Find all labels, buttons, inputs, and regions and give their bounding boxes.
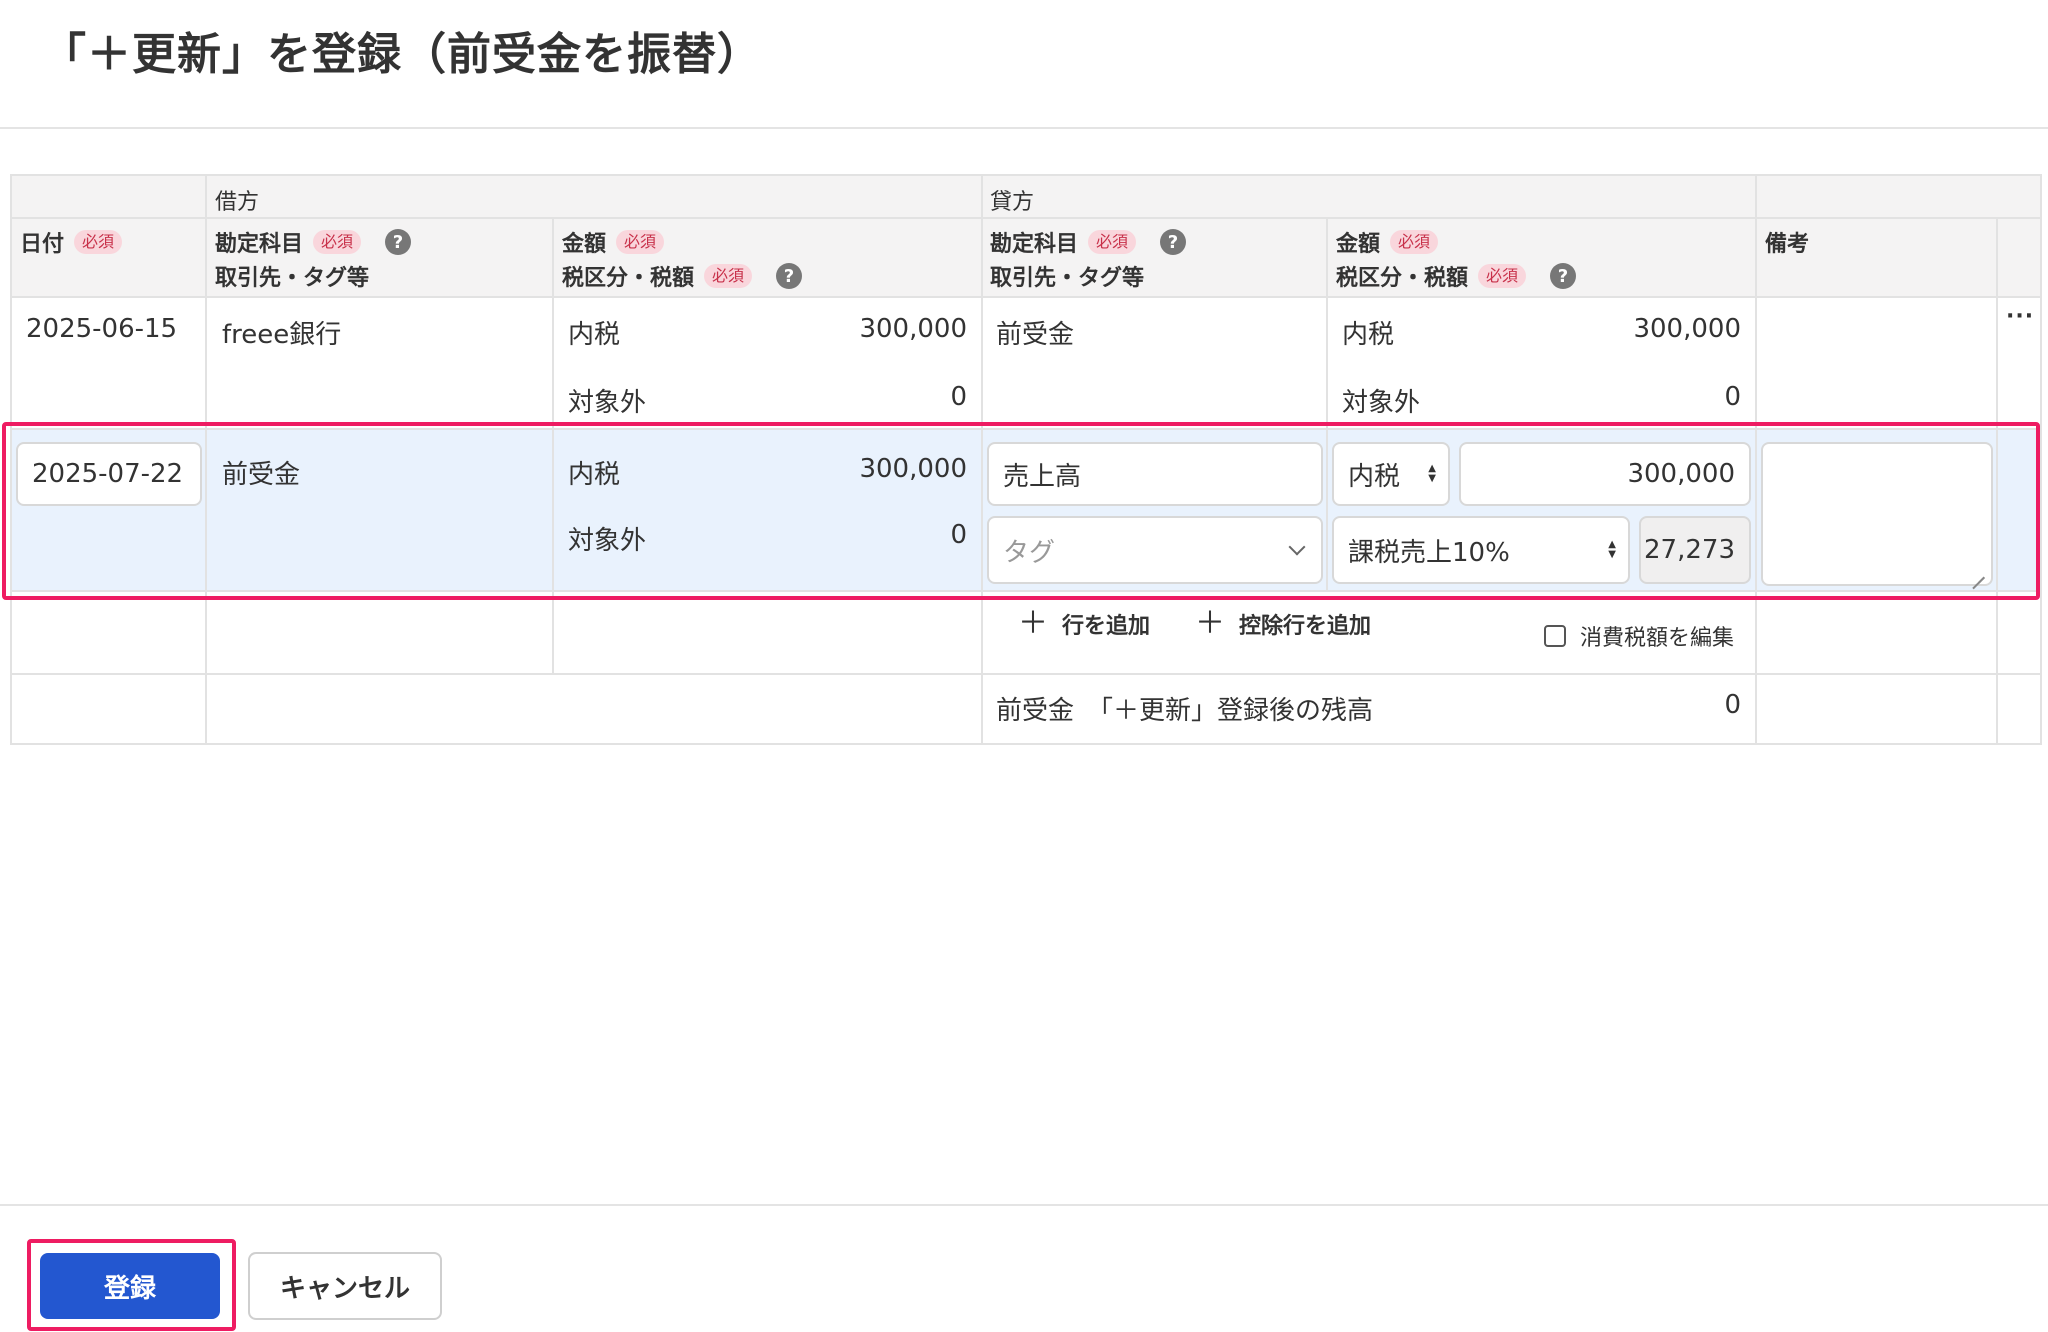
cancel-button[interactable]: キャンセル xyxy=(248,1252,442,1320)
row1-credit-amount: 300,000 xyxy=(1633,314,1741,344)
plus-icon: ＋ xyxy=(1195,606,1225,641)
col-header-label: 取引先・タグ等 xyxy=(990,266,1145,291)
help-icon[interactable]: ? xyxy=(776,263,803,289)
col-header-label: 備考 xyxy=(1765,232,1810,257)
col-header-memo: 備考 xyxy=(1765,226,1809,258)
divider xyxy=(12,217,2040,219)
more-options-icon[interactable]: ··· xyxy=(2006,304,2034,329)
col-header-debit-account: 勘定科目 必須 ? xyxy=(215,226,412,258)
col-header-credit-partner: 取引先・タグ等 xyxy=(990,260,1144,292)
divider xyxy=(12,296,2040,298)
plus-icon: ＋ xyxy=(1018,606,1048,641)
add-row-button[interactable]: ＋ 行を追加 xyxy=(1018,608,1150,640)
footer-divider xyxy=(0,1204,2048,1206)
help-icon[interactable]: ? xyxy=(1160,229,1187,255)
col-header-credit-tax: 税区分・税額 必須 ? xyxy=(1336,260,1577,292)
add-row-label: 行を追加 xyxy=(1062,614,1151,639)
row1-credit-tax-amount: 0 xyxy=(1724,382,1741,412)
edit-row-highlight xyxy=(2,422,2040,600)
row1-credit-tax-sub: 対象外 xyxy=(1342,388,1421,418)
col-header-label: 税区分・税額 xyxy=(562,266,695,291)
row1-debit-amount: 300,000 xyxy=(859,314,967,344)
required-badge: 必須 xyxy=(1478,264,1527,288)
required-badge: 必須 xyxy=(1088,230,1137,254)
col-header-credit-amount: 金額 必須 xyxy=(1336,226,1439,258)
row1-credit-account[interactable]: 前受金 xyxy=(996,314,1074,351)
row1-debit-account[interactable]: freee銀行 xyxy=(222,314,341,351)
edit-tax-checkbox-label: 消費税額を編集 xyxy=(1580,626,1735,651)
col-header-label: 税区分・税額 xyxy=(1336,266,1469,291)
col-header-date-label: 日付 xyxy=(20,232,65,257)
balance-value: 0 xyxy=(1724,690,1741,720)
required-badge: 必須 xyxy=(74,230,123,254)
page-title: 「＋更新」を登録（前受金を振替） xyxy=(42,29,762,80)
required-badge: 必須 xyxy=(616,230,665,254)
row1-debit-tax-type: 内税 xyxy=(568,320,621,350)
help-icon[interactable]: ? xyxy=(385,229,412,255)
col-header-label: 勘定科目 xyxy=(990,232,1079,257)
row1-debit-tax-amount: 0 xyxy=(950,382,967,412)
required-badge: 必須 xyxy=(1390,230,1439,254)
submit-button[interactable]: 登録 xyxy=(40,1253,220,1319)
col-header-credit-account: 勘定科目 必須 ? xyxy=(990,226,1187,258)
required-badge: 必須 xyxy=(313,230,362,254)
group-header-debit: 借方 xyxy=(215,190,260,215)
col-header-label: 金額 xyxy=(1336,232,1381,257)
add-deduction-row-button[interactable]: ＋ 控除行を追加 xyxy=(1195,608,1371,640)
checkbox-box[interactable] xyxy=(1544,625,1566,647)
edit-tax-checkbox[interactable]: 消費税額を編集 xyxy=(1544,620,1734,652)
row1-debit-tax-sub: 対象外 xyxy=(568,388,647,418)
title-divider xyxy=(0,127,2048,129)
balance-label: 前受金 「＋更新」登録後の残高 xyxy=(996,696,1374,726)
row1-date[interactable]: 2025-06-15 xyxy=(26,314,177,344)
col-header-debit-tax: 税区分・税額 必須 ? xyxy=(562,260,803,292)
col-header-debit-amount: 金額 必須 xyxy=(562,226,665,258)
required-badge: 必須 xyxy=(704,264,753,288)
add-deduction-row-label: 控除行を追加 xyxy=(1239,614,1372,639)
group-header-credit: 貸方 xyxy=(990,190,1035,215)
divider xyxy=(12,673,2040,675)
col-header-label: 勘定科目 xyxy=(215,232,304,257)
col-header-debit-partner: 取引先・タグ等 xyxy=(215,260,369,292)
col-header-label: 取引先・タグ等 xyxy=(215,266,370,291)
col-header-label: 金額 xyxy=(562,232,607,257)
col-header-date: 日付 必須 xyxy=(20,226,123,258)
help-icon[interactable]: ? xyxy=(1550,263,1577,289)
row1-credit-tax-type: 内税 xyxy=(1342,320,1395,350)
